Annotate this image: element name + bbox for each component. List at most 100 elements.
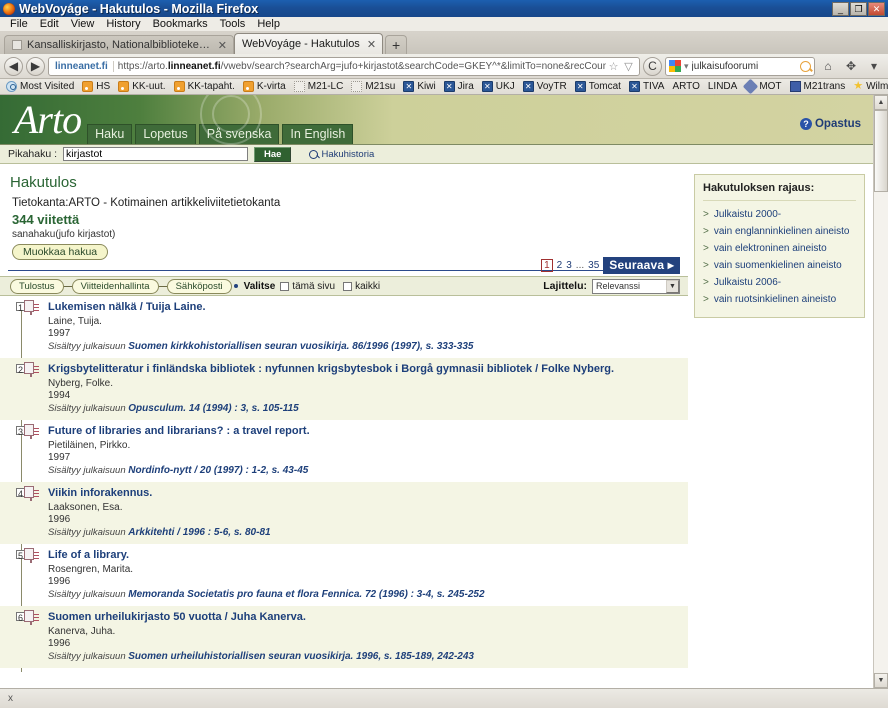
scroll-down-icon[interactable]: ▼ xyxy=(874,673,888,688)
result-title-link[interactable]: Suomen urheilukirjasto 50 vuotta / Juha … xyxy=(48,611,674,624)
facet-item-electronic[interactable]: > vain elektroninen aineisto xyxy=(703,240,856,257)
result-source-title[interactable]: Suomen kirkkohistoriallisen seuran vuosi… xyxy=(128,341,473,352)
bookmark-ukj[interactable]: UKJ xyxy=(478,81,519,92)
bookmark-linda[interactable]: LINDA xyxy=(704,81,741,92)
menu-help[interactable]: Help xyxy=(251,17,286,31)
email-button[interactable]: Sähköposti xyxy=(166,278,232,294)
chevron-down-icon[interactable]: ▾ xyxy=(684,61,689,72)
close-button[interactable]: ✕ xyxy=(868,1,885,16)
site-tab-haku[interactable]: Haku xyxy=(87,124,133,144)
maximize-button[interactable]: ❐ xyxy=(850,1,867,16)
result-source-title[interactable]: Opusculum. 14 (1994) : 3, s. 105-115 xyxy=(128,403,298,414)
back-icon[interactable]: ◀ xyxy=(4,56,23,76)
facet-item-finnish[interactable]: > vain suomenkielinen aineisto xyxy=(703,257,856,274)
bookmark-kiwi[interactable]: Kiwi xyxy=(399,81,439,92)
next-page-button[interactable]: Seuraava ▸ xyxy=(603,257,680,274)
addons-icon[interactable]: ✥ xyxy=(841,57,861,76)
scrollbar-track[interactable] xyxy=(874,110,888,673)
new-tab-button[interactable]: + xyxy=(385,35,408,54)
page-link-3[interactable]: 3 xyxy=(566,260,572,271)
page-scrollbar-vertical[interactable]: ▲ ▼ xyxy=(873,95,888,688)
browser-tab-kansalliskirjasto[interactable]: Kansalliskirjasto, Nationalbiblioteket, … xyxy=(4,35,234,54)
result-title-link[interactable]: Future of libraries and librarians? : a … xyxy=(48,425,674,438)
address-bar[interactable]: linneanet.fi https://arto.linneanet.fi/v… xyxy=(48,56,640,76)
menu-history[interactable]: History xyxy=(100,17,146,31)
arto-logo[interactable]: Arto xyxy=(0,100,82,144)
reload-icon[interactable]: C xyxy=(643,56,662,76)
bookmark-m21-lc[interactable]: M21-LC xyxy=(290,81,348,92)
table-row[interactable]: 1 Lukemisen nälkä / Tuija Laine. Laine, … xyxy=(0,296,688,358)
site-tab-in-english[interactable]: In English xyxy=(282,124,354,144)
tab-close-icon[interactable]: ✕ xyxy=(367,38,376,51)
result-title-link[interactable]: Viikin inforakennus. xyxy=(48,487,674,500)
quick-search-input[interactable] xyxy=(63,147,249,161)
bookmark-mot[interactable]: MOT xyxy=(741,79,785,94)
table-row[interactable]: 5 Life of a library. Rosengren, Marita. … xyxy=(0,544,688,606)
home-icon[interactable]: ⌂ xyxy=(818,57,838,76)
search-submit-button[interactable]: Hae xyxy=(254,146,292,162)
page-link-1[interactable]: 1 xyxy=(541,259,553,272)
result-title-link[interactable]: Life of a library. xyxy=(48,549,674,562)
menu-bookmarks[interactable]: Bookmarks xyxy=(147,17,214,31)
page-link-2[interactable]: 2 xyxy=(557,260,563,271)
bookmark-jira[interactable]: Jira xyxy=(440,81,478,92)
table-row[interactable]: 6 Suomen urheilukirjasto 50 vuotta / Juh… xyxy=(0,606,688,668)
edit-search-button[interactable]: Muokkaa hakua xyxy=(12,244,109,260)
bookmark-m21su[interactable]: M21su xyxy=(347,81,399,92)
print-button[interactable]: Tulostus xyxy=(10,278,64,294)
page-link-35[interactable]: 35 xyxy=(588,260,599,271)
bookmark-kk-tapaht[interactable]: KK-tapaht. xyxy=(170,81,239,92)
browser-tab-webvoyage[interactable]: WebVoyáge - Hakutulos ✕ xyxy=(234,33,384,54)
scrollbar-thumb[interactable] xyxy=(874,110,888,192)
bookmark-tomcat[interactable]: Tomcat xyxy=(571,81,625,92)
bookmark-hs[interactable]: HS xyxy=(78,81,114,92)
menu-edit[interactable]: Edit xyxy=(34,17,65,31)
facet-item-swedish[interactable]: > vain ruotsinkielinen aineisto xyxy=(703,291,856,308)
reference-manager-button[interactable]: Viitteidenhallinta xyxy=(71,278,159,294)
help-link[interactable]: ? Opastus xyxy=(799,118,873,144)
select-all-checkbox[interactable] xyxy=(343,281,353,291)
bookmark-arto[interactable]: ARTO xyxy=(668,81,703,92)
bookmark-m21trans[interactable]: M21trans xyxy=(786,81,850,92)
select-this-page-checkbox[interactable] xyxy=(280,281,290,291)
search-icon[interactable] xyxy=(800,60,811,72)
result-title-link[interactable]: Lukemisen nälkä / Tuija Laine. xyxy=(48,301,674,314)
close-find-bar-icon[interactable]: x xyxy=(8,693,13,704)
forward-icon[interactable]: ▶ xyxy=(26,56,45,76)
scroll-up-icon[interactable]: ▲ xyxy=(874,95,888,110)
facet-item-english[interactable]: > vain englanninkielinen aineisto xyxy=(703,223,856,240)
bookmark-k-virta[interactable]: K-virta xyxy=(239,81,290,92)
site-tab-lopetus[interactable]: Lopetus xyxy=(135,124,196,144)
menu-file[interactable]: File xyxy=(4,17,34,31)
bookmark-kk-uut[interactable]: KK-uut. xyxy=(114,81,169,92)
result-title-link[interactable]: Krigsbytelitteratur i finländska bibliot… xyxy=(48,363,674,376)
search-history-link[interactable]: Hakuhistoria xyxy=(309,149,374,160)
sort-select[interactable]: Relevanssi ▼ xyxy=(592,278,680,294)
tab-close-icon[interactable]: ✕ xyxy=(218,39,227,52)
facet-item-julkaistu-2000[interactable]: > Julkaistu 2000- xyxy=(703,206,856,223)
search-bar[interactable]: ▾ julkaisufoorumi xyxy=(665,56,815,76)
bookmark-voytr[interactable]: VoyTR xyxy=(519,81,571,92)
menu-more-icon[interactable]: ▾ xyxy=(864,57,884,76)
table-row[interactable]: 2 Krigsbytelitteratur i finländska bibli… xyxy=(0,358,688,420)
minimize-button[interactable]: _ xyxy=(832,1,849,16)
menu-tools[interactable]: Tools xyxy=(214,17,252,31)
menu-view[interactable]: View xyxy=(65,17,101,31)
result-source-title[interactable]: Memoranda Societatis pro fauna et flora … xyxy=(128,589,484,600)
chevron-down-icon[interactable]: ▼ xyxy=(666,279,679,293)
chevron-down-icon[interactable]: ▽ xyxy=(621,59,636,74)
search-input-value[interactable]: julkaisufoorumi xyxy=(692,61,797,72)
facet-item-julkaistu-2006[interactable]: > Julkaistu 2006- xyxy=(703,274,856,291)
bookmark-most-visited[interactable]: Most Visited xyxy=(2,81,78,92)
result-body: Viikin inforakennus. Laaksonen, Esa. 199… xyxy=(48,487,688,538)
bookmark-tiva[interactable]: TIVA xyxy=(625,81,668,92)
result-source-title[interactable]: Nordinfo-nytt / 20 (1997) : 1-2, s. 43-4… xyxy=(128,465,308,476)
article-icon xyxy=(30,363,32,377)
result-source-title[interactable]: Arkkitehti / 1996 : 5-6, s. 80-81 xyxy=(128,527,270,538)
result-source-title[interactable]: Suomen urheiluhistoriallisen seuran vuos… xyxy=(128,651,474,662)
article-icon xyxy=(30,549,32,563)
bookmark-star-icon[interactable]: ☆ xyxy=(606,59,621,74)
table-row[interactable]: 3 Future of libraries and librarians? : … xyxy=(0,420,688,482)
bookmark-wilma[interactable]: ★ Wilma xyxy=(849,81,888,93)
table-row[interactable]: 4 Viikin inforakennus. Laaksonen, Esa. 1… xyxy=(0,482,688,544)
